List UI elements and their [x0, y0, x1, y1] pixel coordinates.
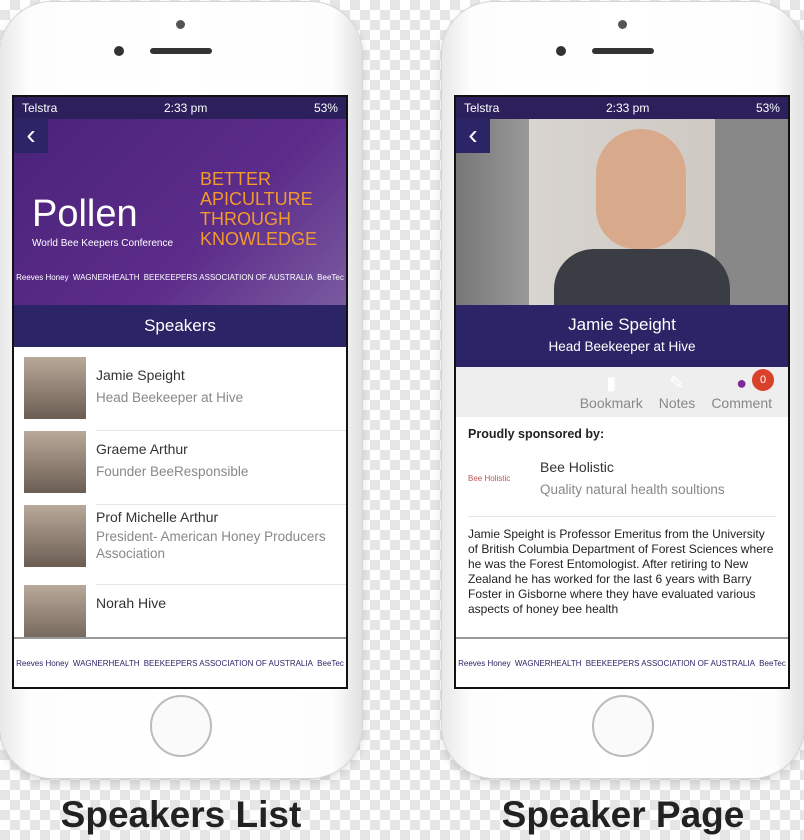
footer-sponsors: Reeves Honey WAGNERHEALTH BEEKEEPERS ASSOC… — [456, 637, 788, 687]
sponsor-section: Proudly sponsored by: Bee Holistic Bee Ho… — [456, 417, 788, 627]
list-item[interactable]: Jamie Speight Head Beekeeper at Hive — [24, 357, 346, 431]
bookmark-button[interactable]: ▮ Bookmark — [580, 373, 643, 417]
avatar — [24, 431, 86, 493]
camera — [176, 20, 185, 29]
avatar — [24, 505, 86, 567]
tagline: BETTER APICULTURE THROUGH KNOWLEDGE — [200, 169, 318, 249]
list-item[interactable]: Graeme Arthur Founder BeeResponsible — [24, 431, 346, 505]
caption-speakers-list: Speakers List — [60, 794, 302, 835]
phone-speaker-page: Telstra 2:33 pm 53% ‹ Jamie Speight Head Be… — [442, 2, 804, 778]
list-item[interactable]: Prof Michelle Arthur President- American… — [24, 505, 346, 585]
notes-icon: ✎ — [669, 373, 685, 393]
caption-speaker-page: Speaker Page — [501, 794, 745, 835]
carrier: Telstra — [22, 101, 58, 115]
footer-sponsors: Reeves Honey WAGNERHEALTH BEEKEEPERS ASSOC… — [14, 637, 346, 687]
front-camera — [556, 46, 566, 56]
front-camera — [114, 46, 124, 56]
action-bar: ▮ Bookmark ✎ Notes ● Comment 0 — [456, 367, 788, 417]
pollen-logo: Pollen World Bee Keepers Conference — [32, 193, 174, 249]
avatar — [24, 357, 86, 419]
battery: 53% — [313, 101, 338, 115]
sponsor-logo: Bee Holistic — [468, 474, 511, 483]
page-title: Speakers — [14, 305, 346, 347]
screen: Telstra 2:33 pm 53% ‹ Pollen World Bee Keep… — [12, 95, 348, 689]
back-button[interactable]: ‹ — [456, 119, 490, 153]
status-bar: Telstra 2:33 pm 53% — [14, 97, 346, 119]
back-button[interactable]: ‹ — [14, 119, 48, 153]
comment-button[interactable]: ● Comment 0 — [711, 369, 774, 417]
comment-count-badge: 0 — [752, 369, 774, 391]
notes-button[interactable]: ✎ Notes — [659, 373, 696, 417]
earpiece — [150, 48, 212, 54]
home-button[interactable] — [592, 695, 654, 757]
status-bar: Telstra 2:33 pm 53% — [456, 97, 788, 119]
speaker-bio: Jamie Speight is Professor Emeritus from… — [468, 527, 774, 616]
screen: Telstra 2:33 pm 53% ‹ Jamie Speight Head Be… — [454, 95, 790, 689]
camera — [618, 20, 627, 29]
sponsor-item[interactable]: Bee Holistic Bee Holistic Quality natural … — [468, 441, 776, 517]
speaker-photo — [456, 119, 788, 305]
time: 2:33 pm — [163, 101, 208, 115]
speaker-header: Jamie Speight Head Beekeeper at Hive — [456, 305, 788, 367]
home-button[interactable] — [150, 695, 212, 757]
sponsor-logos: Reeves Honey WAGNERHEALTH BEEKEEPERS ASSOC… — [16, 273, 344, 282]
speaker-list: Jamie Speight Head Beekeeper at Hive Grae… — [14, 347, 346, 659]
conference-banner: Pollen World Bee Keepers Conference BETTE… — [14, 119, 346, 305]
phone-speakers-list: Telstra 2:33 pm 53% ‹ Pollen World Bee Keep… — [0, 2, 362, 778]
bookmark-icon: ▮ — [606, 373, 617, 393]
earpiece — [592, 48, 654, 54]
